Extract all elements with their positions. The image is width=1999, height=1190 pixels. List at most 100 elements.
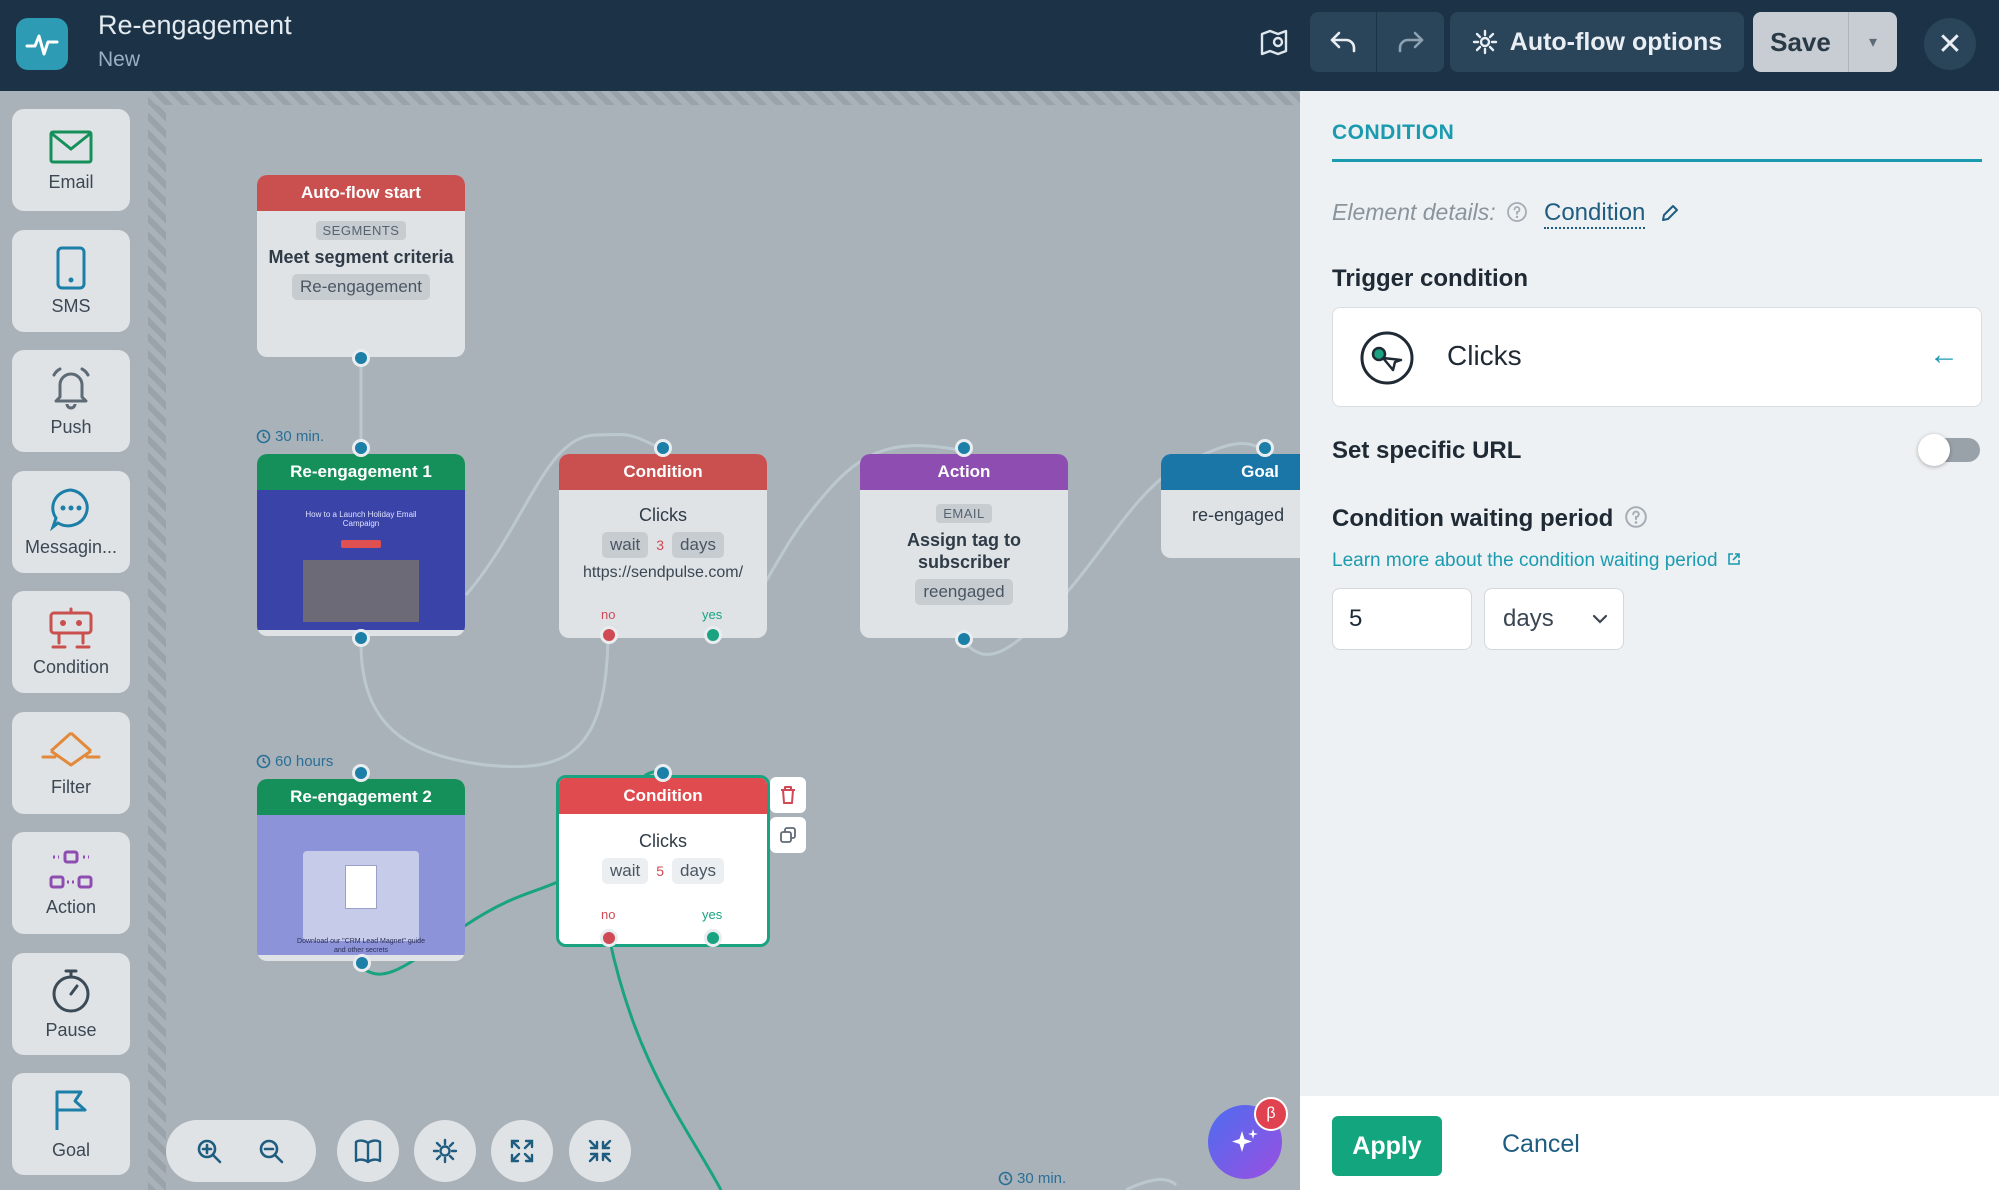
guide-button[interactable]	[337, 1120, 399, 1182]
undo-button[interactable]	[1310, 12, 1377, 72]
delete-node-button[interactable]	[770, 777, 806, 813]
save-dropdown-icon[interactable]: ▾	[1849, 12, 1897, 72]
condition-node-1[interactable]: Condition Clicks wait 3 days https://sen…	[559, 454, 767, 638]
node-text: Assign tag to subscriber	[906, 530, 1021, 572]
palette-condition[interactable]: Condition	[12, 591, 130, 693]
auto-flow-options-button[interactable]: Auto-flow options	[1450, 12, 1744, 72]
palette-messaging[interactable]: Messagin...	[12, 471, 130, 573]
zoom-controls	[166, 1120, 316, 1182]
node-text: Clicks	[639, 505, 687, 525]
waiting-unit-select[interactable]: days	[1484, 588, 1624, 650]
edit-pencil-icon[interactable]	[1660, 203, 1680, 228]
node-text: Meet segment criteria	[268, 247, 454, 267]
palette-label: SMS	[51, 295, 91, 316]
phone-icon	[56, 246, 86, 289]
wait-chip: wait	[602, 858, 649, 884]
node-port[interactable]	[955, 439, 973, 457]
email-node-2[interactable]: Re-engagement 2 Download our "CRM Lead M…	[257, 779, 465, 961]
palette-label: Push	[50, 416, 92, 437]
yes-label: yes	[702, 607, 723, 622]
arrow-left-icon[interactable]: ←	[1929, 338, 1959, 372]
save-button[interactable]: Save	[1753, 12, 1849, 72]
url-text: https://sendpulse.com/	[582, 564, 744, 581]
save-split-button: Save ▾	[1753, 12, 1897, 72]
wait-row: wait 3 days	[602, 532, 724, 558]
node-header: Condition	[559, 778, 767, 814]
flow-title[interactable]: Re-engagement	[98, 10, 292, 41]
unit-chip: days	[672, 858, 724, 884]
learn-more-link[interactable]: Learn more about the condition waiting p…	[1332, 550, 1741, 572]
canvas-settings-button[interactable]	[414, 1120, 476, 1182]
expand-button[interactable]	[491, 1120, 553, 1182]
start-node[interactable]: Auto-flow start SEGMENTS Meet segment cr…	[257, 175, 465, 357]
node-header: Goal	[1241, 462, 1279, 481]
sparkle-icon	[1232, 1129, 1258, 1152]
yes-label: yes	[702, 907, 723, 922]
email-thumbnail: Download our "CRM Lead Magnet" guide and…	[257, 815, 465, 955]
pulse-logo-icon[interactable]	[16, 18, 68, 70]
email-node-1[interactable]: Re-engagement 1 How to a Launch Holiday …	[257, 454, 465, 636]
no-port[interactable]	[600, 626, 618, 644]
email-thumbnail: How to a Launch Holiday Email Campaign	[257, 490, 465, 630]
palette-filter[interactable]: Filter	[12, 712, 130, 814]
chevron-down-icon	[1592, 614, 1608, 624]
duplicate-node-button[interactable]	[770, 817, 806, 853]
node-port[interactable]	[654, 764, 672, 782]
node-port[interactable]	[352, 439, 370, 457]
wait-number: 5	[656, 863, 665, 879]
clock-icon	[256, 429, 271, 444]
flag-icon	[55, 1090, 87, 1130]
node-port[interactable]	[352, 629, 370, 647]
map-pin-icon[interactable]	[1254, 22, 1294, 62]
palette-sms[interactable]: SMS	[12, 230, 130, 332]
collapse-button[interactable]	[569, 1120, 631, 1182]
palette-email[interactable]: Email	[12, 109, 130, 211]
stopwatch-icon	[52, 969, 90, 1012]
trash-icon	[781, 786, 795, 804]
node-port[interactable]	[1256, 439, 1274, 457]
panel-footer: Apply Cancel	[1300, 1096, 1999, 1190]
node-header: Auto-flow start	[257, 175, 465, 211]
click-cursor-icon	[1359, 330, 1415, 386]
redo-icon	[1398, 31, 1423, 53]
specific-url-toggle[interactable]	[1918, 434, 1980, 466]
palette-label: Goal	[51, 1139, 91, 1160]
yes-port[interactable]	[704, 626, 722, 644]
close-icon[interactable]: ✕	[1924, 18, 1976, 70]
node-port[interactable]	[352, 764, 370, 782]
node-header: Re-engagement 1	[257, 454, 465, 490]
flow-canvas[interactable]: Auto-flow start SEGMENTS Meet segment cr…	[166, 105, 1300, 1190]
yes-port[interactable]	[704, 929, 722, 947]
apply-button[interactable]: Apply	[1332, 1116, 1442, 1176]
gear-icon	[1472, 29, 1497, 55]
goal-node[interactable]: Goal re-engaged	[1161, 454, 1300, 558]
copy-icon	[780, 827, 796, 843]
node-port[interactable]	[352, 349, 370, 367]
condition-node-2-selected[interactable]: Condition Clicks wait 5 days	[556, 775, 770, 947]
node-port[interactable]	[955, 630, 973, 648]
node-port[interactable]	[654, 439, 672, 457]
filter-icon	[41, 731, 101, 766]
waiting-period-input[interactable]	[1332, 588, 1472, 650]
cancel-button[interactable]: Cancel	[1502, 1130, 1580, 1159]
zoom-in-button[interactable]	[178, 1120, 240, 1182]
action-icon	[49, 850, 93, 888]
node-port[interactable]	[353, 954, 371, 972]
palette-push[interactable]: Push	[12, 350, 130, 452]
palette-goal[interactable]: Goal	[12, 1073, 130, 1175]
no-label: no	[601, 607, 616, 622]
zoom-out-button[interactable]	[240, 1120, 302, 1182]
action-node[interactable]: Action EMAIL Assign tag to subscriber re…	[860, 454, 1068, 638]
palette-action[interactable]: Action	[12, 832, 130, 934]
element-name-link[interactable]: Condition	[1544, 199, 1646, 229]
palette-pause[interactable]: Pause	[12, 953, 130, 1055]
thumbnail-photo	[303, 560, 419, 622]
redo-button[interactable]	[1377, 12, 1444, 72]
node-tag: SEGMENTS	[315, 221, 407, 240]
no-port[interactable]	[600, 929, 618, 947]
expand-icon	[491, 1120, 553, 1182]
node-chip: Re-engagement	[292, 274, 430, 300]
wait-row: wait 5 days	[602, 858, 724, 884]
node-text: re-engaged	[1192, 505, 1285, 525]
trigger-condition-selector[interactable]: Clicks ←	[1332, 307, 1982, 407]
